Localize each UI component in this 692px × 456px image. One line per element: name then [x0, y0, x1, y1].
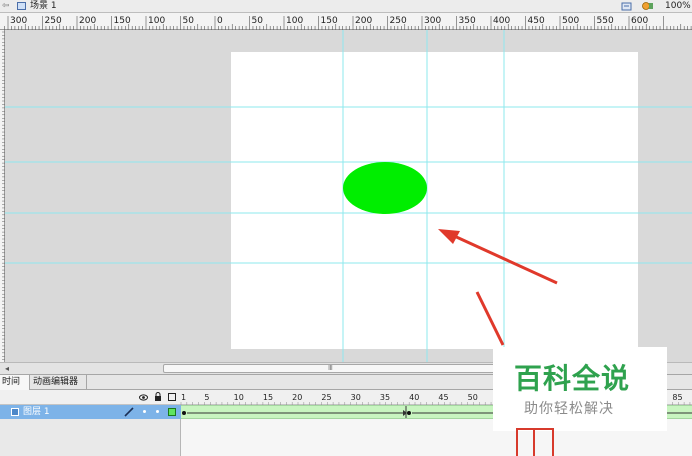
ruler-label: 500: [562, 16, 579, 26]
frame-number: 10: [234, 393, 244, 402]
edit-symbol-icon[interactable]: [641, 1, 655, 11]
ruler-label: 450: [528, 16, 545, 26]
frame-number: 15: [263, 393, 273, 402]
frame-number: 20: [292, 393, 302, 402]
pencil-icon[interactable]: [124, 407, 134, 417]
tab-timeline[interactable]: 时间轴: [0, 375, 30, 402]
frame-number: 85: [672, 393, 682, 402]
stage-pasteboard[interactable]: [5, 30, 692, 362]
arrow-shaft: [475, 291, 505, 346]
ruler-label: 200: [79, 16, 96, 26]
ruler-label: 550: [597, 16, 614, 26]
watermark-title: 百科全说: [514, 362, 631, 395]
scene-bar: ⇦ 场景 1 100%: [0, 0, 692, 13]
edit-scene-icon[interactable]: [621, 1, 633, 11]
layer-outline-swatch[interactable]: [168, 408, 176, 416]
frame-number: 1: [181, 393, 186, 402]
left-arrow-icon[interactable]: ⇦: [2, 1, 10, 11]
watermark-red-stem: [533, 428, 535, 456]
watermark-red-mark: [516, 428, 554, 456]
ruler-label: 400: [493, 16, 510, 26]
keyframe[interactable]: [182, 411, 186, 415]
keyframe[interactable]: [407, 411, 411, 415]
outline-icon[interactable]: [168, 393, 176, 401]
ruler-label: 200: [355, 16, 372, 26]
frame-number: 25: [321, 393, 331, 402]
frame-number: 40: [409, 393, 419, 402]
ruler-label: 0: [217, 16, 223, 26]
scroll-left-icon[interactable]: ◂: [5, 364, 13, 373]
ruler-ticks: 300 250 200 150 100 50 0 50 100 150 200 250 300 350 40…: [4, 16, 692, 30]
eye-icon[interactable]: [139, 393, 148, 402]
frame-number: 45: [438, 393, 448, 402]
frame-number: 35: [380, 393, 390, 402]
lock-dot[interactable]: [156, 410, 159, 413]
ruler-label: 350: [459, 16, 476, 26]
horizontal-ruler: 300 250 200 150 100 50 0 50 100 150 200 250 300 350 40…: [0, 13, 692, 30]
ruler-label: 50: [183, 16, 195, 26]
ruler-label: 100: [148, 16, 165, 26]
ruler-label: 300: [424, 16, 441, 26]
grip-icon: Ⅲ: [328, 364, 333, 372]
ruler-label: 150: [114, 16, 131, 26]
ruler-label: 600: [631, 16, 648, 26]
watermark-subtitle: 助你轻松解决: [524, 401, 614, 417]
visibility-dot[interactable]: [143, 410, 146, 413]
scene-label[interactable]: 场景 1: [30, 0, 57, 12]
ruler-label: 100: [286, 16, 303, 26]
zoom-value[interactable]: 100%: [665, 0, 691, 12]
annotation-arrows: [438, 229, 558, 346]
frame-number: 5: [204, 393, 209, 402]
ruler-label: 250: [45, 16, 62, 26]
arrow-shaft: [451, 233, 558, 285]
layer-list-empty: [0, 419, 181, 456]
frame-number: 50: [468, 393, 478, 402]
scroll-thumb[interactable]: Ⅲ: [163, 364, 503, 373]
layer-name[interactable]: 图层 1: [23, 405, 50, 419]
ruler-label: 50: [252, 16, 264, 26]
layer-row[interactable]: 图层 1: [0, 405, 181, 419]
ruler-label: 300: [10, 16, 27, 26]
frame-number: 30: [351, 393, 361, 402]
layer-icon: [11, 408, 19, 416]
clapperboard-icon: [17, 2, 26, 10]
ruler-label: 250: [390, 16, 407, 26]
lock-icon[interactable]: [154, 392, 162, 402]
ruler-label: 150: [321, 16, 338, 26]
tab-motion-editor[interactable]: 动画编辑器: [31, 375, 87, 390]
